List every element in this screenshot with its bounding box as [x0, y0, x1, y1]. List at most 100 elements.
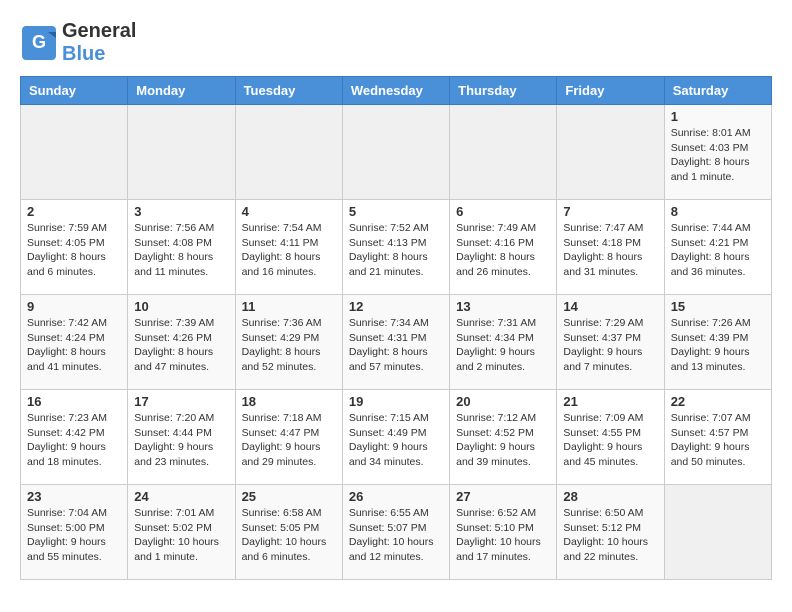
- day-info: Sunrise: 8:01 AM Sunset: 4:03 PM Dayligh…: [671, 126, 765, 185]
- day-info: Sunrise: 7:39 AM Sunset: 4:26 PM Dayligh…: [134, 316, 228, 375]
- day-info: Sunrise: 7:20 AM Sunset: 4:44 PM Dayligh…: [134, 411, 228, 470]
- calendar-day: 8Sunrise: 7:44 AM Sunset: 4:21 PM Daylig…: [664, 200, 771, 295]
- day-number: 21: [563, 394, 657, 409]
- day-number: 20: [456, 394, 550, 409]
- calendar-day: [450, 105, 557, 200]
- calendar-day: [557, 105, 664, 200]
- day-number: 22: [671, 394, 765, 409]
- logo-icon: G: [20, 24, 58, 62]
- weekday-header-friday: Friday: [557, 77, 664, 105]
- calendar-day: 16 Sunrise: 7:23 AM Sunset: 4:42 PM Dayli…: [21, 390, 128, 485]
- day-info: Sunrise: 6:58 AM Sunset: 5:05 PM Dayligh…: [242, 506, 336, 565]
- calendar-day: [235, 105, 342, 200]
- day-number: 17: [134, 394, 228, 409]
- day-info: Sunrise: 7:07 AM Sunset: 4:57 PM Dayligh…: [671, 411, 765, 470]
- day-number: 5: [349, 204, 443, 219]
- calendar-day: 22 Sunrise: 7:07 AM Sunset: 4:57 PM Dayli…: [664, 390, 771, 485]
- day-info: Sunrise: 7:15 AM Sunset: 4:49 PM Dayligh…: [349, 411, 443, 470]
- page-header: G General Blue: [20, 20, 772, 66]
- day-number: 18: [242, 394, 336, 409]
- day-number: 11: [242, 299, 336, 314]
- calendar-day: 26 Sunrise: 6:55 AM Sunset: 5:07 PM Dayli…: [342, 485, 449, 580]
- day-info: Sunrise: 7:26 AM Sunset: 4:39 PM Dayligh…: [671, 316, 765, 375]
- day-info: Sunrise: 7:52 AM Sunset: 4:13 PM Dayligh…: [349, 221, 443, 280]
- logo-general: General: [62, 20, 136, 42]
- day-number: 7: [563, 204, 657, 219]
- day-info: Sunrise: 7:47 AM Sunset: 4:18 PM Dayligh…: [563, 221, 657, 280]
- day-info: Sunrise: 7:34 AM Sunset: 4:31 PM Dayligh…: [349, 316, 443, 375]
- calendar-day: 7 Sunrise: 7:47 AM Sunset: 4:18 PM Daylig…: [557, 200, 664, 295]
- calendar-day: 12Sunrise: 7:34 AM Sunset: 4:31 PM Dayli…: [342, 295, 449, 390]
- calendar-day: [342, 105, 449, 200]
- day-info: Sunrise: 6:52 AM Sunset: 5:10 PM Dayligh…: [456, 506, 550, 565]
- day-number: 15: [671, 299, 765, 314]
- day-info: Sunrise: 7:23 AM Sunset: 4:42 PM Dayligh…: [27, 411, 121, 470]
- calendar-day: 10 Sunrise: 7:39 AM Sunset: 4:26 PM Dayli…: [128, 295, 235, 390]
- calendar-header-row: SundayMondayTuesdayWednesdayThursdayFrid…: [21, 77, 772, 105]
- calendar-day: 4 Sunrise: 7:54 AM Sunset: 4:11 PM Daylig…: [235, 200, 342, 295]
- calendar-day: 3 Sunrise: 7:56 AM Sunset: 4:08 PM Daylig…: [128, 200, 235, 295]
- day-number: 26: [349, 489, 443, 504]
- day-number: 3: [134, 204, 228, 219]
- weekday-header-sunday: Sunday: [21, 77, 128, 105]
- day-info: Sunrise: 7:59 AM Sunset: 4:05 PM Dayligh…: [27, 221, 121, 280]
- calendar-week-3: 9 Sunrise: 7:42 AM Sunset: 4:24 PM Daylig…: [21, 295, 772, 390]
- day-number: 13: [456, 299, 550, 314]
- calendar-day: 19 Sunrise: 7:15 AM Sunset: 4:49 PM Dayli…: [342, 390, 449, 485]
- day-info: Sunrise: 7:31 AM Sunset: 4:34 PM Dayligh…: [456, 316, 550, 375]
- weekday-header-monday: Monday: [128, 77, 235, 105]
- calendar-day: 6Sunrise: 7:49 AM Sunset: 4:16 PM Daylig…: [450, 200, 557, 295]
- day-number: 8: [671, 204, 765, 219]
- day-info: Sunrise: 7:04 AM Sunset: 5:00 PM Dayligh…: [27, 506, 121, 565]
- calendar-week-5: 23 Sunrise: 7:04 AM Sunset: 5:00 PM Dayli…: [21, 485, 772, 580]
- calendar-day: 18Sunrise: 7:18 AM Sunset: 4:47 PM Dayli…: [235, 390, 342, 485]
- day-info: Sunrise: 6:55 AM Sunset: 5:07 PM Dayligh…: [349, 506, 443, 565]
- calendar-day: [128, 105, 235, 200]
- logo-blue: Blue: [62, 43, 105, 65]
- calendar-day: 23 Sunrise: 7:04 AM Sunset: 5:00 PM Dayli…: [21, 485, 128, 580]
- calendar-day: 9 Sunrise: 7:42 AM Sunset: 4:24 PM Daylig…: [21, 295, 128, 390]
- day-number: 19: [349, 394, 443, 409]
- day-info: Sunrise: 7:09 AM Sunset: 4:55 PM Dayligh…: [563, 411, 657, 470]
- calendar-day: 21 Sunrise: 7:09 AM Sunset: 4:55 PM Dayli…: [557, 390, 664, 485]
- day-info: Sunrise: 7:42 AM Sunset: 4:24 PM Dayligh…: [27, 316, 121, 375]
- calendar-day: 15 Sunrise: 7:26 AM Sunset: 4:39 PM Dayli…: [664, 295, 771, 390]
- svg-text:G: G: [32, 32, 46, 52]
- day-info: Sunrise: 7:12 AM Sunset: 4:52 PM Dayligh…: [456, 411, 550, 470]
- calendar-table: SundayMondayTuesdayWednesdayThursdayFrid…: [20, 76, 772, 580]
- calendar-week-2: 2 Sunrise: 7:59 AM Sunset: 4:05 PM Daylig…: [21, 200, 772, 295]
- calendar-week-4: 16 Sunrise: 7:23 AM Sunset: 4:42 PM Dayli…: [21, 390, 772, 485]
- day-info: Sunrise: 7:54 AM Sunset: 4:11 PM Dayligh…: [242, 221, 336, 280]
- day-number: 2: [27, 204, 121, 219]
- day-number: 28: [563, 489, 657, 504]
- calendar-day: [21, 105, 128, 200]
- calendar-day: 20 Sunrise: 7:12 AM Sunset: 4:52 PM Dayli…: [450, 390, 557, 485]
- day-number: 9: [27, 299, 121, 314]
- day-info: Sunrise: 6:50 AM Sunset: 5:12 PM Dayligh…: [563, 506, 657, 565]
- calendar-day: 2 Sunrise: 7:59 AM Sunset: 4:05 PM Daylig…: [21, 200, 128, 295]
- calendar-day: 28 Sunrise: 6:50 AM Sunset: 5:12 PM Dayli…: [557, 485, 664, 580]
- weekday-header-wednesday: Wednesday: [342, 77, 449, 105]
- day-info: Sunrise: 7:01 AM Sunset: 5:02 PM Dayligh…: [134, 506, 228, 565]
- calendar-day: 24 Sunrise: 7:01 AM Sunset: 5:02 PM Dayli…: [128, 485, 235, 580]
- day-number: 27: [456, 489, 550, 504]
- calendar-day: 1 Sunrise: 8:01 AM Sunset: 4:03 PM Daylig…: [664, 105, 771, 200]
- day-number: 25: [242, 489, 336, 504]
- day-number: 10: [134, 299, 228, 314]
- calendar-day: 27 Sunrise: 6:52 AM Sunset: 5:10 PM Dayli…: [450, 485, 557, 580]
- calendar-day: [664, 485, 771, 580]
- weekday-header-thursday: Thursday: [450, 77, 557, 105]
- day-number: 6: [456, 204, 550, 219]
- day-number: 23: [27, 489, 121, 504]
- weekday-header-saturday: Saturday: [664, 77, 771, 105]
- day-number: 1: [671, 109, 765, 124]
- calendar-day: 25 Sunrise: 6:58 AM Sunset: 5:05 PM Dayli…: [235, 485, 342, 580]
- day-info: Sunrise: 7:56 AM Sunset: 4:08 PM Dayligh…: [134, 221, 228, 280]
- logo: G General Blue: [20, 20, 136, 66]
- day-number: 4: [242, 204, 336, 219]
- day-number: 16: [27, 394, 121, 409]
- calendar-day: 5 Sunrise: 7:52 AM Sunset: 4:13 PM Daylig…: [342, 200, 449, 295]
- day-number: 24: [134, 489, 228, 504]
- weekday-header-tuesday: Tuesday: [235, 77, 342, 105]
- calendar-week-1: 1 Sunrise: 8:01 AM Sunset: 4:03 PM Daylig…: [21, 105, 772, 200]
